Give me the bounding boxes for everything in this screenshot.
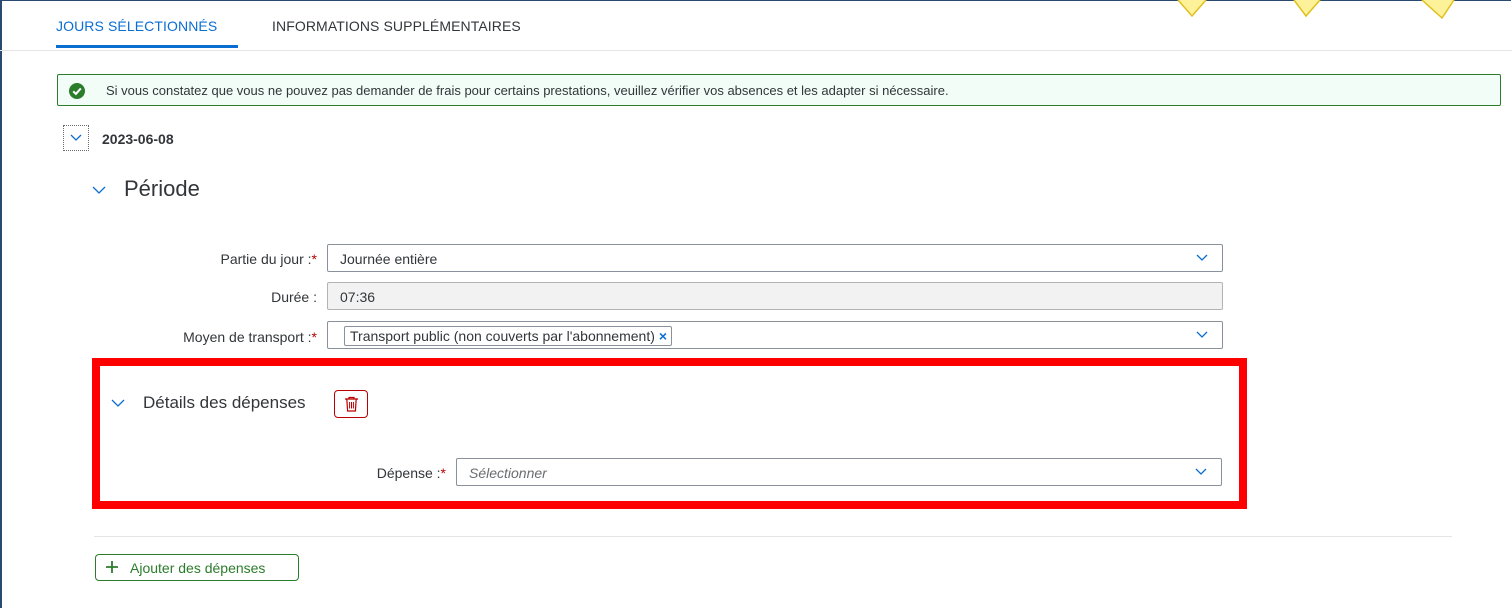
duration-value: 07:36 xyxy=(340,289,376,305)
day-part-label: Partie du jour :* xyxy=(120,251,317,267)
tab-selected-days[interactable]: JOURS SÉLECTIONNÉS xyxy=(56,18,238,48)
transport-label-text: Moyen de transport : xyxy=(183,329,312,345)
expense-label-text: Dépense : xyxy=(376,465,441,481)
tab-selected-days-label: JOURS SÉLECTIONNÉS xyxy=(56,18,218,34)
day-collapse-toggle[interactable] xyxy=(63,125,89,151)
expense-details-title: Détails des dépenses xyxy=(143,393,306,412)
period-section-title: Période xyxy=(124,176,200,201)
info-message-strip: Si vous constatez que vous ne pouvez pas… xyxy=(57,74,1501,106)
info-message-text: Si vous constatez que vous ne pouvez pas… xyxy=(106,83,949,98)
expense-placeholder: Sélectionner xyxy=(469,465,547,481)
day-part-select[interactable]: Journée entière xyxy=(327,244,1223,272)
day-part-value: Journée entière xyxy=(340,251,438,267)
trash-icon xyxy=(345,396,358,412)
chevron-down-icon xyxy=(1196,254,1208,261)
day-date-label: 2023-06-08 xyxy=(102,131,174,147)
required-marker: * xyxy=(440,465,446,481)
delete-expense-button[interactable] xyxy=(334,390,368,418)
success-check-icon xyxy=(69,83,85,99)
period-chevron-down-icon[interactable] xyxy=(92,186,106,195)
required-marker: * xyxy=(311,251,317,267)
tab-additional-info[interactable]: INFORMATIONS SUPPLÉMENTAIRES xyxy=(272,18,521,34)
expense-label: Dépense :* xyxy=(250,465,446,481)
plus-icon xyxy=(106,561,118,573)
highlight-annotation-box xyxy=(92,358,1247,509)
duration-label-text: Durée : xyxy=(271,289,317,305)
day-part-label-text: Partie du jour : xyxy=(220,251,312,267)
token-remove-icon[interactable]: × xyxy=(659,328,667,344)
transport-token[interactable]: Transport public (non couverts par l'abo… xyxy=(344,326,673,346)
chevron-down-icon xyxy=(70,134,82,141)
transport-multicombo[interactable]: Transport public (non couverts par l'abo… xyxy=(327,321,1223,349)
add-expenses-button[interactable]: Ajouter des dépenses xyxy=(95,554,299,581)
chevron-down-icon xyxy=(1196,331,1208,338)
expense-select[interactable]: Sélectionner xyxy=(456,458,1222,486)
transport-token-text: Transport public (non couverts par l'abo… xyxy=(350,328,655,344)
tab-additional-info-label: INFORMATIONS SUPPLÉMENTAIRES xyxy=(272,18,521,34)
tab-bar: JOURS SÉLECTIONNÉS INFORMATIONS SUPPLÉME… xyxy=(0,0,1512,51)
duration-label: Durée : xyxy=(120,289,317,305)
section-divider xyxy=(94,536,1452,537)
required-marker: * xyxy=(311,329,317,345)
expenses-chevron-down-icon[interactable] xyxy=(111,399,125,408)
add-expenses-label: Ajouter des dépenses xyxy=(130,560,266,576)
chevron-down-icon xyxy=(1195,468,1207,475)
transport-label: Moyen de transport :* xyxy=(120,329,317,345)
active-tab-indicator xyxy=(56,45,238,48)
duration-field: 07:36 xyxy=(327,282,1223,310)
